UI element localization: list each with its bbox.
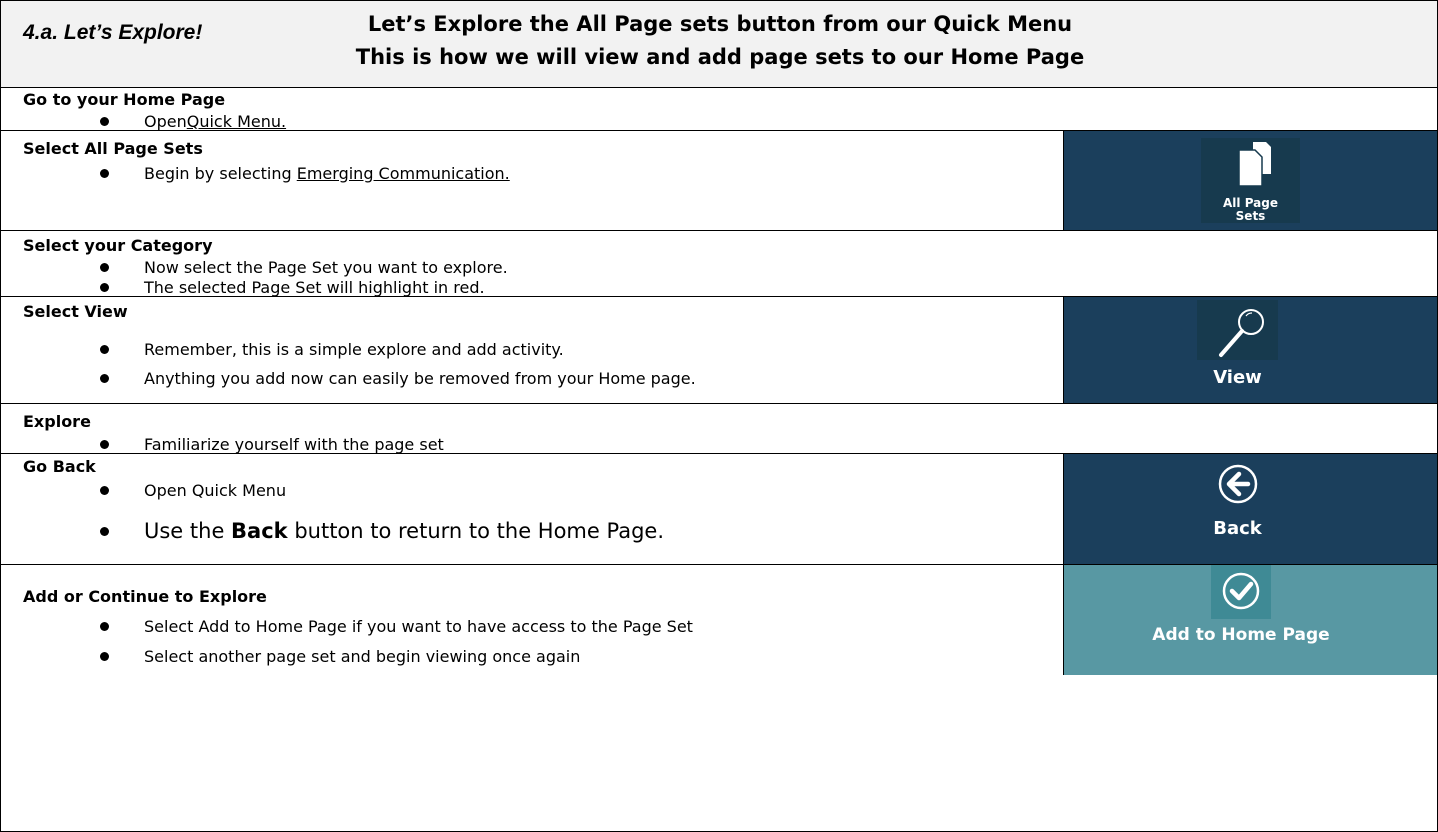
bullet-text: The selected Page Set will highlight in … xyxy=(144,277,485,297)
back-button[interactable] xyxy=(1216,462,1260,506)
add-to-home-page-label: Add to Home Page xyxy=(1152,625,1330,645)
step-select-category: Select your Category Now select the Page… xyxy=(0,231,1438,297)
emerging-communication-link[interactable]: Emerging Communication. xyxy=(297,164,510,183)
step-heading: Select View xyxy=(23,302,128,321)
back-emphasis: Back xyxy=(231,519,288,543)
back-screenshot: Back xyxy=(1064,454,1437,564)
lesson-title-line-1: Let’s Explore the All Page sets button f… xyxy=(367,12,1073,36)
bullet-dot xyxy=(100,282,109,292)
bullet-dot xyxy=(100,116,109,126)
add-to-home-page-button[interactable] xyxy=(1211,565,1271,619)
bullet-text: Anything you add now can easily be remov… xyxy=(144,368,696,388)
bullet-dot xyxy=(100,168,109,178)
bullet-dot xyxy=(100,439,109,449)
bullet-text: Now select the Page Set you want to expl… xyxy=(144,257,508,277)
step-select-view: Select View Remember, this is a simple e… xyxy=(0,297,1438,404)
view-screenshot: View xyxy=(1064,297,1437,403)
bullet-text: Familiarize yourself with the page set xyxy=(144,434,444,454)
magnifier-icon xyxy=(1219,309,1264,357)
step-heading: Go to your Home Page xyxy=(23,90,226,109)
bullet-dot xyxy=(100,621,109,631)
bullet-text: Remember, this is a simple explore and a… xyxy=(144,339,564,359)
step-heading: Add or Continue to Explore xyxy=(23,587,267,606)
bullet-dot xyxy=(100,373,109,383)
step-go-to-home-page: Go to your Home Page OpenQuick Menu. xyxy=(0,88,1438,131)
bullet-dot xyxy=(100,526,109,536)
quick-menu-link[interactable]: Quick Menu. xyxy=(187,112,286,131)
tile-label: All Page Sets xyxy=(1223,196,1278,223)
checkmark-icon xyxy=(1222,572,1260,610)
bullet-text: Begin by selecting Emerging Communicatio… xyxy=(144,163,510,183)
lesson-document: 4.a. Let’s Explore! Let’s Explore the Al… xyxy=(0,0,1438,832)
step-select-all-page-sets: Select All Page Sets Begin by selecting … xyxy=(0,131,1438,231)
bullet-text: Open Quick Menu xyxy=(144,480,287,500)
step-go-back: Go Back Open Quick Menu Use the Back but… xyxy=(0,454,1438,565)
bullet-dot xyxy=(100,485,109,495)
bullet-text: Use the Back button to return to the Hom… xyxy=(144,519,664,543)
view-label: View xyxy=(1213,367,1262,388)
step-heading: Explore xyxy=(23,412,91,431)
lesson-title-line-2: This is how we will view and add page se… xyxy=(355,45,1085,69)
bullet-text: Select another page set and begin viewin… xyxy=(144,646,581,666)
step-heading: Go Back xyxy=(23,457,96,476)
bullet-text: OpenQuick Menu. xyxy=(144,111,287,131)
bullet-dot xyxy=(100,651,109,661)
step-add-or-continue: Add or Continue to Explore Select Add to… xyxy=(0,565,1438,832)
back-label: Back xyxy=(1213,518,1262,539)
bullet-dot xyxy=(100,262,109,272)
lesson-header: 4.a. Let’s Explore! Let’s Explore the Al… xyxy=(0,0,1438,88)
documents-icon xyxy=(1238,142,1271,187)
step-heading: Select All Page Sets xyxy=(23,139,203,158)
back-arrow-icon xyxy=(1218,464,1258,504)
all-page-sets-button[interactable]: All Page Sets xyxy=(1201,138,1300,223)
all-page-sets-screenshot: All Page Sets xyxy=(1064,131,1437,230)
bullet-dot xyxy=(100,344,109,354)
add-to-home-page-screenshot: Add to Home Page xyxy=(1064,565,1437,675)
view-button[interactable] xyxy=(1197,300,1278,360)
step-heading: Select your Category xyxy=(23,236,213,255)
bullet-text: Select Add to Home Page if you want to h… xyxy=(144,616,693,636)
step-explore: Explore Familiarize yourself with the pa… xyxy=(0,404,1438,454)
